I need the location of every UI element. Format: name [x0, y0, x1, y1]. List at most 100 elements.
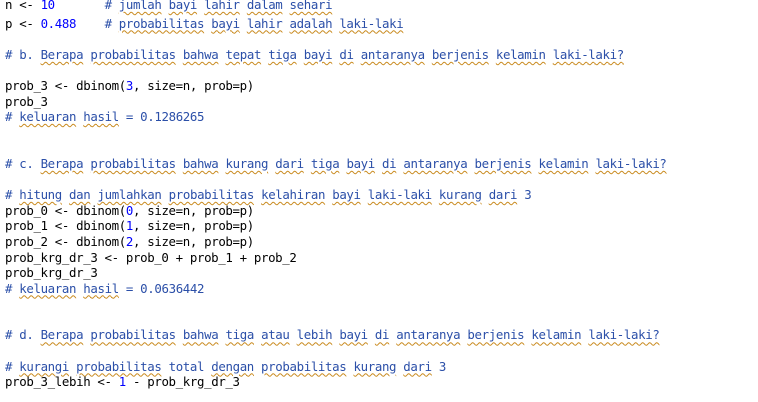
- code-line[interactable]: # keluaran hasil = 0.0636442: [0, 281, 758, 297]
- comment-token: antaranya: [403, 155, 468, 171]
- comment-token: probabilitas: [90, 327, 176, 343]
- code-line[interactable]: prob_2 <- dbinom(2, size=n, prob=p): [0, 234, 758, 250]
- comment-token: atau: [261, 327, 290, 343]
- comment-token: laki-laki?: [595, 155, 667, 171]
- comment-token: bayi: [211, 15, 240, 31]
- comment-token: tepat: [225, 46, 262, 62]
- comment-token: laki-laki?: [588, 327, 660, 343]
- comment-token: # b.: [5, 46, 41, 62]
- comment-token: [346, 359, 353, 374]
- comment-token: keluaran: [19, 280, 77, 296]
- comment-token: hitung: [19, 187, 62, 203]
- code-line[interactable]: [0, 343, 758, 359]
- comment-token: probabilitas: [76, 358, 162, 374]
- comment-token: bayi: [303, 46, 333, 62]
- code-token: prob_3_lebih <-: [5, 374, 119, 390]
- code-line[interactable]: # kurangi probabilitas total dengan prob…: [0, 359, 758, 375]
- code-token: prob_krg_dr_3: [5, 265, 98, 281]
- comment-token: kelamin: [495, 46, 546, 62]
- comment-token: #: [5, 358, 20, 374]
- comment-token: [489, 47, 496, 62]
- code-editor[interactable]: n <- 10 # jumlah bayi lahir dalam sehari…: [0, 0, 758, 402]
- code-line[interactable]: # keluaran hasil = 0.1286265: [0, 109, 758, 125]
- comment-token: bayi: [332, 187, 361, 203]
- comment-token: Berapa: [40, 327, 84, 343]
- comment-token: antaranya: [396, 327, 461, 343]
- comment-token: probabilitas: [261, 358, 347, 374]
- code-line[interactable]: prob_1 <- dbinom(1, size=n, prob=p): [0, 218, 758, 234]
- code-line[interactable]: # hitung dan jumlahkan probabilitas kela…: [0, 187, 758, 203]
- code-line[interactable]: [0, 296, 758, 312]
- code-token: prob_krg_dr_3 <- prob_0 + prob_1 + prob_…: [5, 249, 297, 265]
- comment-token: # d.: [5, 327, 41, 343]
- comment-token: [90, 187, 97, 202]
- numeric-literal: 0.488: [40, 15, 77, 31]
- code-token: prob_3 <- dbinom(: [5, 77, 126, 93]
- comment-token: bahwa: [182, 46, 219, 62]
- comment-token: [432, 187, 439, 202]
- comment-token: [161, 0, 168, 12]
- code-line[interactable]: prob_0 <- dbinom(0, size=n, prob=p): [0, 203, 758, 219]
- comment-token: [240, 0, 247, 12]
- comment-token: [354, 47, 361, 62]
- comment-token: [176, 47, 183, 62]
- comment-token: = 0.1286265: [118, 109, 205, 125]
- comment-token: [176, 327, 183, 342]
- code-line[interactable]: prob_3: [0, 94, 758, 110]
- code-line[interactable]: n <- 10 # jumlah bayi lahir dalam sehari: [0, 0, 758, 13]
- comment-token: [254, 359, 261, 374]
- comment-token: # c.: [5, 155, 41, 171]
- comment-token: dengan: [211, 358, 254, 374]
- code-line[interactable]: [0, 62, 758, 78]
- comment-token: dari: [488, 187, 518, 203]
- code-token: , size=n, prob=p): [133, 233, 254, 249]
- comment-token: keluaran: [19, 109, 77, 125]
- comment-token: [176, 156, 183, 171]
- comment-token: kelamin: [538, 155, 589, 171]
- comment-token: di: [382, 155, 397, 171]
- code-line[interactable]: [0, 312, 758, 328]
- comment-token: tiga: [310, 155, 340, 171]
- code-line[interactable]: [0, 31, 758, 47]
- comment-token: kurang: [353, 358, 397, 374]
- comment-token: [531, 156, 538, 171]
- comment-token: lahir: [204, 0, 240, 12]
- code-token: , size=n, prob=p): [133, 202, 254, 218]
- comment-token: #: [5, 187, 20, 203]
- code-line[interactable]: prob_krg_dr_3: [0, 265, 758, 281]
- comment-token: laki-laki: [339, 15, 404, 31]
- numeric-literal: 3: [125, 77, 133, 93]
- comment-token: kurangi: [19, 358, 70, 374]
- comment-token: #: [54, 0, 119, 12]
- comment-token: berjenis: [467, 327, 525, 343]
- comment-token: [546, 47, 553, 62]
- comment-token: 3: [431, 358, 446, 374]
- comment-token: [290, 327, 297, 342]
- code-line[interactable]: # c. Berapa probabilitas bahwa kurang da…: [0, 156, 758, 172]
- code-line[interactable]: prob_3_lebih <- 1 - prob_krg_dr_3: [0, 374, 758, 390]
- comment-token: bahwa: [182, 155, 219, 171]
- comment-token: [304, 156, 311, 171]
- comment-token: di: [339, 46, 354, 62]
- comment-token: [467, 156, 474, 171]
- code-line[interactable]: # d. Berapa probabilitas bahwa tiga atau…: [0, 327, 758, 343]
- comment-token: bayi: [346, 155, 375, 171]
- code-line[interactable]: prob_3 <- dbinom(3, size=n, prob=p): [0, 78, 758, 94]
- comment-token: [297, 47, 304, 62]
- comment-token: probabilitas: [168, 187, 255, 203]
- code-line[interactable]: [0, 140, 758, 156]
- code-line[interactable]: prob_krg_dr_3 <- prob_0 + prob_1 + prob_…: [0, 250, 758, 266]
- code-line[interactable]: [0, 172, 758, 188]
- code-token: prob_0 <- dbinom(: [5, 202, 126, 218]
- code-line[interactable]: p <- 0.488 # probabilitas bayi lahir ada…: [0, 16, 758, 32]
- code-line[interactable]: [0, 125, 758, 141]
- code-line[interactable]: # b. Berapa probabilitas bahwa tepat tig…: [0, 47, 758, 63]
- comment-token: [254, 327, 261, 342]
- comment-token: #: [76, 15, 119, 31]
- code-token: prob_1 <- dbinom(: [5, 218, 126, 234]
- comment-token: tiga: [268, 46, 297, 62]
- comment-token: [240, 16, 247, 31]
- comment-token: [218, 156, 225, 171]
- comment-token: bahwa: [182, 327, 219, 343]
- code-token: prob_3: [5, 93, 48, 109]
